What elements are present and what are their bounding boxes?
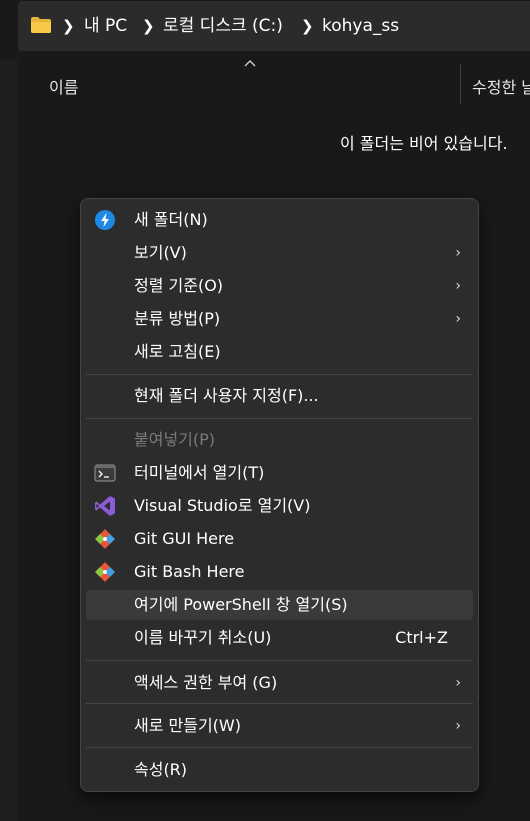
context-menu: 새 폴더(N) 보기(V) › 정렬 기준(O) › 분류 방법(P) › 새로… <box>80 198 479 792</box>
new-folder-icon <box>95 210 115 230</box>
menu-item-label: 새로 만들기(W) <box>134 716 241 735</box>
menu-item-open-terminal[interactable]: 터미널에서 열기(T) <box>86 458 473 488</box>
menu-item-open-powershell[interactable]: 여기에 PowerShell 창 열기(S) <box>86 590 473 620</box>
menu-item-paste: 붙여넣기(P) <box>86 425 473 455</box>
menu-item-new[interactable]: 새로 만들기(W) › <box>86 711 473 741</box>
menu-separator <box>86 418 473 419</box>
chevron-right-icon: › <box>455 245 461 261</box>
menu-item-git-gui[interactable]: Git GUI Here <box>86 524 473 554</box>
menu-item-label: 현재 폴더 사용자 지정(F)... <box>134 386 319 405</box>
menu-separator <box>86 747 473 748</box>
menu-item-view[interactable]: 보기(V) › <box>86 238 473 268</box>
menu-item-customize-folder[interactable]: 현재 폴더 사용자 지정(F)... <box>86 381 473 411</box>
column-header-date[interactable]: 수정한 날 <box>472 74 530 98</box>
menu-item-label: 보기(V) <box>134 243 187 262</box>
chevron-right-icon: › <box>455 311 461 327</box>
breadcrumb-item-my-pc[interactable]: 내 PC <box>84 16 127 36</box>
menu-item-label: 여기에 PowerShell 창 열기(S) <box>134 595 348 614</box>
chevron-right-icon: › <box>455 675 461 691</box>
git-bash-icon <box>95 562 115 582</box>
menu-item-label: 새로 고침(E) <box>134 342 221 361</box>
menu-item-label: 붙여넣기(P) <box>134 430 216 449</box>
navigation-pane <box>0 60 18 821</box>
column-divider[interactable] <box>460 64 461 104</box>
menu-item-new-folder[interactable]: 새 폴더(N) <box>86 205 473 235</box>
menu-item-give-access[interactable]: 액세스 권한 부여 (G) › <box>86 668 473 698</box>
sort-ascending-icon <box>244 60 256 67</box>
breadcrumb-item-local-disk[interactable]: 로컬 디스크 (C:) <box>163 16 283 36</box>
column-header-name[interactable]: 이름 <box>49 74 78 98</box>
menu-item-group-by[interactable]: 분류 방법(P) › <box>86 304 473 334</box>
menu-item-refresh[interactable]: 새로 고침(E) <box>86 337 473 367</box>
address-bar[interactable]: ❯ 내 PC ❯ 로컬 디스크 (C:) ❯ kohya_ss <box>18 1 530 51</box>
visual-studio-icon <box>95 496 115 516</box>
chevron-right-icon: ❯ <box>301 17 314 35</box>
git-gui-icon <box>95 529 115 549</box>
menu-item-label: 새 폴더(N) <box>134 210 208 229</box>
menu-item-label: 액세스 권한 부여 (G) <box>134 673 278 692</box>
chevron-right-icon: › <box>455 278 461 294</box>
chevron-right-icon: ❯ <box>142 17 155 35</box>
menu-item-label: 정렬 기준(O) <box>134 276 224 295</box>
menu-item-label: Visual Studio로 열기(V) <box>134 496 311 515</box>
menu-item-git-bash[interactable]: Git Bash Here <box>86 557 473 587</box>
menu-separator <box>86 660 473 661</box>
chevron-right-icon: › <box>455 718 461 734</box>
menu-item-label: 속성(R) <box>134 760 188 779</box>
breadcrumb-item-kohya-ss[interactable]: kohya_ss <box>322 16 399 36</box>
menu-item-label: 터미널에서 열기(T) <box>134 463 265 482</box>
menu-item-label: 분류 방법(P) <box>134 309 221 328</box>
menu-item-shortcut: Ctrl+Z <box>395 628 448 647</box>
title-bar: ❯ 내 PC ❯ 로컬 디스크 (C:) ❯ kohya_ss <box>0 0 530 60</box>
folder-icon <box>31 17 51 33</box>
menu-item-undo-rename[interactable]: 이름 바꾸기 취소(U) Ctrl+Z <box>86 623 473 653</box>
menu-item-label: Git Bash Here <box>134 562 245 581</box>
chevron-right-icon: ❯ <box>62 17 75 35</box>
menu-item-label: 이름 바꾸기 취소(U) <box>134 628 272 647</box>
terminal-icon <box>94 464 116 482</box>
menu-item-open-visual-studio[interactable]: Visual Studio로 열기(V) <box>86 491 473 521</box>
menu-separator <box>86 703 473 704</box>
menu-item-sort-by[interactable]: 정렬 기준(O) › <box>86 271 473 301</box>
menu-item-properties[interactable]: 속성(R) <box>86 755 473 785</box>
menu-separator <box>86 374 473 375</box>
empty-folder-message: 이 폴더는 비어 있습니다. <box>340 134 508 153</box>
menu-item-label: Git GUI Here <box>134 529 235 548</box>
